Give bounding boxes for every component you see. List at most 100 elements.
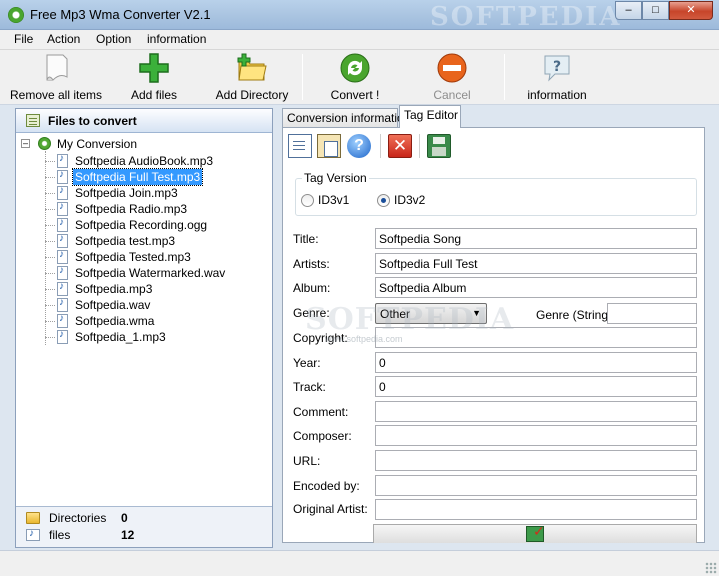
tree-line xyxy=(45,193,55,194)
tree-line xyxy=(45,337,55,338)
minimize-button[interactable]: – xyxy=(615,1,642,20)
files-stat: files 12 xyxy=(26,528,266,544)
resize-grip[interactable] xyxy=(705,562,717,574)
tag-toolbar-separator xyxy=(419,134,420,158)
files-panel: Files to convert – My Conversion Softped… xyxy=(15,108,273,548)
tree-file-label: Softpedia test.mp3 xyxy=(75,234,176,248)
apply-tags-button[interactable] xyxy=(373,523,697,543)
id3v2-radio[interactable] xyxy=(377,194,390,207)
plus-icon xyxy=(138,52,170,84)
comment-field[interactable] xyxy=(375,401,697,422)
delete-tag-icon[interactable]: ✕ xyxy=(388,134,412,158)
tag-toolbar-separator xyxy=(380,134,381,158)
add-files-button[interactable]: Add files xyxy=(126,52,182,102)
menu-bar: File Action Option information xyxy=(0,30,719,50)
tree-file-label: Softpedia AudioBook.mp3 xyxy=(75,154,214,168)
url-field[interactable] xyxy=(375,450,697,471)
tree-file-label: Softpedia.wav xyxy=(75,298,151,312)
tree-line xyxy=(45,161,55,162)
conversion-icon xyxy=(38,137,51,150)
year-label: Year: xyxy=(293,356,321,370)
app-icon xyxy=(8,7,24,23)
toolbar-separator xyxy=(504,54,505,100)
music-file-icon xyxy=(57,185,68,200)
genre-string-field[interactable] xyxy=(607,303,697,324)
artists-label: Artists: xyxy=(293,257,330,271)
menu-file[interactable]: File xyxy=(14,32,33,46)
paste-tag-icon[interactable] xyxy=(317,134,341,158)
information-button[interactable]: ? information xyxy=(524,52,590,102)
music-file-icon xyxy=(26,528,40,541)
genre-string-label: Genre (String): xyxy=(536,308,616,322)
tab-tag-editor[interactable]: Tag Editor xyxy=(399,105,461,128)
album-field[interactable]: Softpedia Album xyxy=(375,277,697,298)
id3v1-label[interactable]: ID3v1 xyxy=(318,193,349,207)
music-file-icon xyxy=(57,169,68,184)
year-field[interactable]: 0 xyxy=(375,352,697,373)
directories-count: 0 xyxy=(121,511,128,525)
files-label: files xyxy=(49,528,71,542)
tree-line xyxy=(45,273,55,274)
help-icon[interactable]: ? xyxy=(347,134,371,158)
toolbar: Remove all items Add files Add Directory… xyxy=(0,50,719,105)
convert-button[interactable]: Convert ! xyxy=(328,52,382,102)
original-artist-field[interactable] xyxy=(375,499,697,520)
tag-version-label: Tag Version xyxy=(302,171,369,185)
music-file-icon xyxy=(57,313,68,328)
tree-file-label: Softpedia.mp3 xyxy=(75,282,153,296)
tree-file-label: Softpedia_1.mp3 xyxy=(75,330,166,344)
tree-file-label: Softpedia Tested.mp3 xyxy=(75,250,191,264)
add-files-label: Add files xyxy=(130,88,178,102)
blank-page-icon xyxy=(40,52,72,84)
copy-tag-icon[interactable] xyxy=(288,134,312,158)
apply-check-icon xyxy=(526,523,545,542)
files-count: 12 xyxy=(121,528,135,542)
tab-conversion-information[interactable]: Conversion information xyxy=(282,108,410,128)
tree-line xyxy=(45,289,55,290)
id3v1-radio[interactable] xyxy=(301,194,314,207)
id3v2-label[interactable]: ID3v2 xyxy=(394,193,425,207)
tag-toolbar: ? ✕ xyxy=(283,128,704,164)
save-tag-icon[interactable] xyxy=(427,134,451,158)
window-title: Free Mp3 Wma Converter V2.1 xyxy=(30,7,211,22)
svg-text:?: ? xyxy=(553,59,561,75)
artists-field[interactable]: Softpedia Full Test xyxy=(375,253,697,274)
folder-icon xyxy=(26,512,40,524)
menu-option[interactable]: Option xyxy=(96,32,131,46)
track-field[interactable]: 0 xyxy=(375,376,697,397)
file-tree[interactable]: – My Conversion Softpedia AudioBook.mp3S… xyxy=(16,135,272,505)
status-bar xyxy=(0,550,719,576)
stats-footer: Directories 0 files 12 xyxy=(16,506,272,547)
folder-add-icon xyxy=(236,52,268,84)
collapse-toggle[interactable]: – xyxy=(21,139,30,148)
menu-information[interactable]: information xyxy=(147,32,206,46)
question-bubble-icon: ? xyxy=(541,52,573,84)
tree-file-label: Softpedia Recording.ogg xyxy=(75,218,208,232)
watermark: SOFTPEDIA xyxy=(430,2,622,32)
original-artist-label: Original Artist: xyxy=(293,502,368,516)
close-button[interactable]: ✕ xyxy=(669,1,713,20)
add-directory-button[interactable]: Add Directory xyxy=(212,52,292,102)
music-file-icon xyxy=(57,217,68,232)
music-file-icon xyxy=(57,329,68,344)
directories-label: Directories xyxy=(49,511,107,525)
information-label: information xyxy=(527,88,587,102)
tree-file-label: Softpedia Full Test.mp3 xyxy=(71,168,204,186)
music-file-icon xyxy=(57,201,68,216)
tree-line xyxy=(45,209,55,210)
encoded-by-field[interactable] xyxy=(375,475,697,496)
watermark: SOFTPEDIA xyxy=(305,302,515,337)
tag-version-group: Tag Version ID3v1 ID3v2 xyxy=(295,171,697,216)
menu-action[interactable]: Action xyxy=(47,32,80,46)
cancel-button[interactable]: Cancel xyxy=(430,52,474,102)
title-field[interactable]: Softpedia Song xyxy=(375,228,697,249)
tree-file-label: Softpedia.wma xyxy=(75,314,155,328)
url-label: URL: xyxy=(293,454,321,468)
remove-all-button[interactable]: Remove all items xyxy=(8,52,104,102)
tree-line xyxy=(45,177,55,178)
composer-field[interactable] xyxy=(375,425,697,446)
tree-line xyxy=(45,151,46,345)
album-label: Album: xyxy=(293,281,331,295)
maximize-button[interactable]: □ xyxy=(642,1,669,20)
track-label: Track: xyxy=(293,380,326,394)
